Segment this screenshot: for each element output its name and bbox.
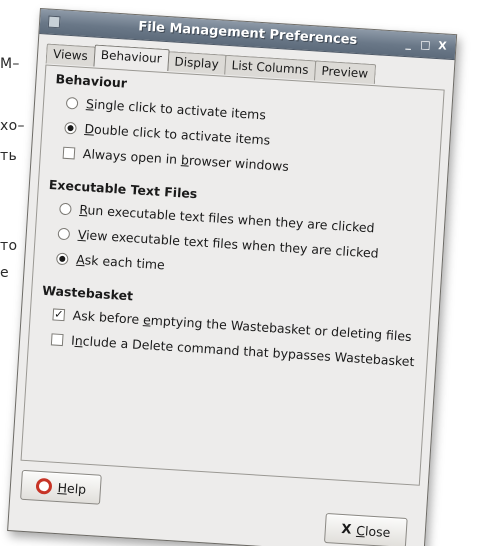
- run-executable-radio[interactable]: [59, 202, 72, 215]
- behaviour-panel: Behaviour Single click to activate items…: [20, 64, 445, 486]
- close-button[interactable]: X Close: [323, 512, 408, 546]
- close-icon: X: [340, 521, 352, 538]
- background-text-fragment: то: [0, 238, 18, 254]
- maximize-button[interactable]: □: [418, 38, 433, 52]
- tab-views[interactable]: Views: [45, 43, 96, 67]
- background-text-fragment: хо–: [0, 118, 25, 134]
- single-click-radio[interactable]: [65, 96, 79, 110]
- behaviour-section-title: Behaviour: [55, 71, 128, 91]
- ask-each-time-radio[interactable]: [55, 252, 69, 265]
- executable-section-title: Executable Text Files: [48, 176, 198, 202]
- double-click-label: Double click to activate items: [84, 121, 271, 148]
- include-delete-checkbox[interactable]: [50, 332, 64, 346]
- double-click-radio[interactable]: [64, 121, 77, 135]
- tab-preview[interactable]: Preview: [313, 60, 376, 85]
- browser-windows-option[interactable]: Always open in browser windows: [62, 145, 290, 174]
- single-click-label: Single click to activate items: [85, 96, 267, 123]
- tab-behaviour[interactable]: Behaviour: [93, 44, 170, 72]
- view-executable-radio[interactable]: [57, 227, 71, 240]
- wastebasket-section-title: Wastebasket: [41, 282, 134, 304]
- minimize-button[interactable]: _: [401, 37, 416, 51]
- help-button-label: Help: [57, 479, 87, 497]
- help-lifebuoy-icon: [35, 477, 53, 495]
- ask-each-time-label: Ask each time: [75, 251, 166, 273]
- background-text-fragment: M–: [0, 56, 20, 72]
- help-button[interactable]: Help: [20, 469, 102, 505]
- close-window-button[interactable]: X: [435, 39, 450, 53]
- background-text-fragment: е: [0, 265, 9, 281]
- close-button-label: Close: [355, 522, 391, 540]
- screenshot: M– хо– ть то е File Management Preferenc…: [0, 0, 477, 546]
- ask-each-time-option[interactable]: Ask each time: [55, 251, 166, 273]
- double-click-option[interactable]: Double click to activate items: [64, 120, 271, 148]
- single-click-option[interactable]: Single click to activate items: [65, 95, 267, 123]
- browser-windows-checkbox[interactable]: [62, 146, 76, 159]
- background-text-fragment: ть: [0, 148, 18, 164]
- browser-windows-label: Always open in browser windows: [82, 145, 290, 174]
- tab-display[interactable]: Display: [166, 51, 227, 75]
- ask-before-emptying-checkbox[interactable]: ✓: [52, 307, 66, 321]
- preferences-dialog: File Management Preferences _ □ X Views …: [7, 8, 458, 546]
